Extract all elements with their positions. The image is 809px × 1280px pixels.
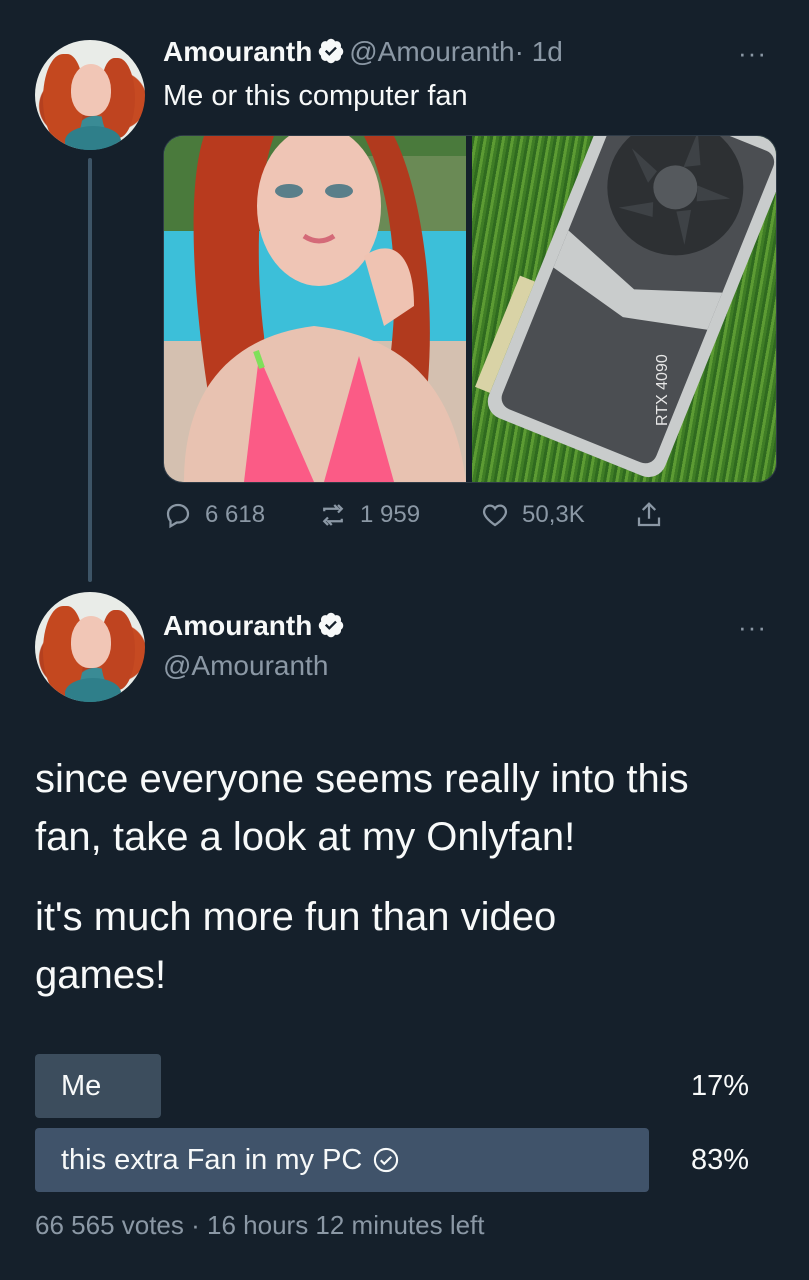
more-options-button[interactable]: ··· [738, 612, 767, 643]
like-button[interactable]: 50,3K [480, 500, 585, 530]
retweet-icon [322, 504, 344, 526]
poll-option-percent: 83% [690, 1144, 749, 1176]
verified-badge-icon [317, 611, 345, 639]
poll-votes: 66 565 votes [35, 1210, 184, 1240]
reply-icon [166, 503, 190, 529]
voted-check-icon [372, 1133, 400, 1173]
poll-option-percent: 17% [690, 1070, 749, 1102]
thread-connector [88, 158, 92, 582]
avatar[interactable] [35, 592, 145, 702]
author-name-row: Amouranth [163, 610, 345, 642]
tweet-text: since everyone seems really into this fa… [35, 750, 795, 866]
poll-option[interactable]: this extra Fan in my PC 83% [35, 1128, 809, 1192]
retweet-button[interactable]: 1 959 [318, 500, 420, 530]
share-button[interactable] [634, 500, 664, 530]
tweet-text-line: games! [35, 953, 167, 997]
poll-meta: 66 565 votes · 16 hours 12 minutes left [35, 1210, 485, 1241]
like-count: 50,3K [522, 501, 585, 528]
gpu-label: RTX 4090 [654, 354, 671, 426]
tweet-text-line: since everyone seems really into this [35, 757, 689, 801]
photo-woman-bikini[interactable] [164, 136, 466, 482]
poll-time-left: · 16 hours 12 minutes left [191, 1210, 485, 1240]
reply-count: 6 618 [205, 501, 266, 528]
handle[interactable]: @Amouranth [349, 36, 514, 67]
media-grid[interactable]: RTX 4090 [163, 135, 777, 483]
poll-option-label: Me [61, 1070, 102, 1102]
tweet-text-line: it's much more fun than video [35, 895, 557, 939]
bikini-photo-illustration [164, 136, 466, 482]
avatar[interactable] [35, 40, 145, 150]
tweet-text: it's much more fun than video games! [35, 888, 795, 1004]
handle[interactable]: @Amouranth [163, 650, 328, 682]
photo-graphics-card[interactable]: RTX 4090 [472, 136, 776, 482]
display-name[interactable]: Amouranth [163, 610, 312, 641]
heart-icon [482, 504, 508, 527]
retweet-count: 1 959 [360, 501, 421, 528]
share-icon [637, 502, 661, 527]
verified-badge-icon [317, 37, 345, 65]
gpu-photo-illustration: RTX 4090 [475, 136, 776, 478]
poll-option[interactable]: Me 17% [35, 1054, 809, 1118]
tweet-header: Amouranth @Amouranth· 1d [163, 36, 563, 68]
poll-option-label: this extra Fan in my PC [61, 1144, 363, 1176]
timestamp[interactable]: · 1d [515, 36, 563, 67]
tweet-text-line: fan, take a look at my Onlyfan! [35, 815, 576, 859]
display-name[interactable]: Amouranth [163, 36, 312, 67]
more-options-button[interactable]: ··· [738, 38, 767, 69]
tweet-text: Me or this computer fan [163, 80, 468, 112]
poll-option-label-wrap: this extra Fan in my PC [61, 1128, 400, 1192]
reply-button[interactable]: 6 618 [163, 500, 265, 530]
